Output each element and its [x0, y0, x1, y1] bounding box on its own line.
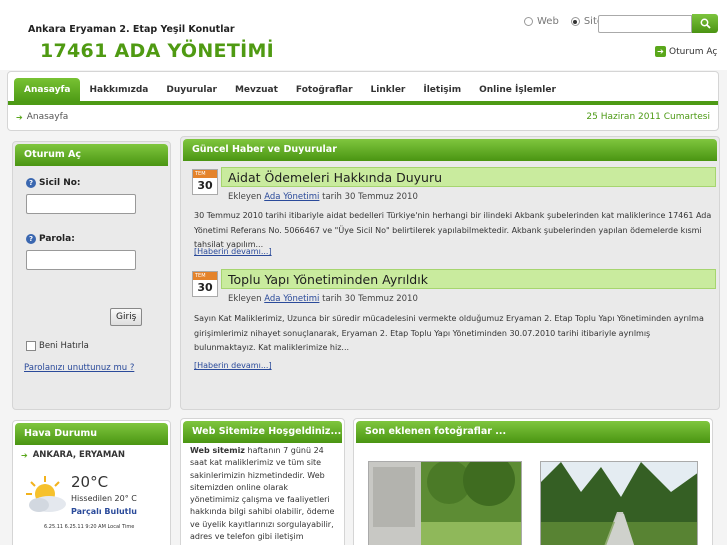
login-panel-title: Oturum Aç: [15, 144, 168, 166]
welcome-panel: Web Sitemize Hoşgeldiniz... Web sitemiz …: [180, 418, 345, 545]
sicil-input[interactable]: [26, 194, 136, 214]
weather-location: ➔ ANKARA, ERYAMAN: [21, 450, 125, 460]
weather-condition: Parçalı Bulutlu: [71, 507, 137, 516]
news-meta-prefix: Ekleyen: [228, 294, 262, 304]
location-arrow-icon: ➔: [21, 450, 28, 460]
welcome-text: Web sitemiz haftanın 7 günü 24 saat kat …: [190, 445, 338, 545]
date-badge: TEM 30: [192, 169, 218, 195]
login-submit-button[interactable]: Giriş: [110, 308, 143, 326]
news-meta-prefix: Ekleyen: [228, 192, 262, 202]
remember-me: Beni Hatırla: [26, 341, 89, 351]
login-link[interactable]: ➔ Oturum Aç: [655, 46, 717, 57]
nav-item-linkler[interactable]: Linkler: [362, 78, 415, 102]
password-label-text: Parola:: [39, 234, 75, 244]
news-meta: Ekleyen Ada Yönetimi tarih 30 Temmuz 201…: [228, 294, 418, 304]
date-badge-day: 30: [197, 179, 213, 192]
page: Ankara Eryaman 2. Etap Yeşil Konutlar 17…: [0, 0, 727, 545]
photo-building-image: [369, 462, 521, 545]
news-panel: Güncel Haber ve Duyurular TEM 30 Aidat Ö…: [180, 136, 720, 410]
search-scope: Web Site: [524, 16, 603, 27]
current-date: 25 Haziran 2011 Cumartesi: [586, 112, 710, 122]
nav-item-duyurular[interactable]: Duyurular: [157, 78, 226, 102]
weather-timestamp: 6.25.11 6.25.11 9:20 AM Local Time: [44, 524, 135, 530]
nav-item-fotograflar[interactable]: Fotoğraflar: [287, 78, 362, 102]
news-author-link[interactable]: Ada Yönetimi: [264, 192, 319, 202]
login-panel: Oturum Aç ? Sicil No: ? Parola: Giriş Be…: [12, 141, 171, 410]
breadcrumb-arrow-icon: ➔: [16, 112, 23, 122]
weather-location-text: ANKARA, ERYAMAN: [32, 450, 125, 460]
search-input[interactable]: [598, 15, 692, 33]
login-link-label: Oturum Aç: [669, 46, 718, 57]
welcome-text-body: haftanın 7 günü 24 saat kat maliklerimiz…: [190, 446, 335, 545]
news-headline[interactable]: Aidat Ödemeleri Hakkında Duyuru: [228, 170, 442, 185]
news-meta-date: tarih 30 Temmuz 2010: [322, 294, 418, 304]
welcome-text-bold: Web sitemiz: [190, 446, 245, 455]
breadcrumb-home[interactable]: Anasayfa: [27, 112, 69, 122]
read-more-link[interactable]: [Haberin devamı...]: [194, 361, 272, 370]
remember-checkbox[interactable]: [26, 341, 36, 351]
photo-path-image: [541, 462, 697, 545]
news-excerpt: 30 Temmuz 2010 tarihi itibariyle aidat b…: [194, 211, 712, 249]
photos-panel: Son eklenen fotoğraflar ...: [353, 418, 713, 545]
news-meta: Ekleyen Ada Yönetimi tarih 30 Temmuz 201…: [228, 192, 418, 202]
nav-underline: [8, 101, 718, 105]
date-badge-month: TEM: [193, 170, 217, 178]
weather-panel-title: Hava Durumu: [15, 423, 168, 445]
nav-item-online-islemler[interactable]: Online İşlemler: [470, 78, 565, 102]
news-headline[interactable]: Toplu Yapı Yönetiminden Ayrıldık: [228, 272, 428, 287]
nav-item-mevzuat[interactable]: Mevzuat: [226, 78, 287, 102]
welcome-panel-title: Web Sitemize Hoşgeldiniz...: [183, 421, 342, 443]
sicil-label-text: Sicil No:: [39, 178, 81, 188]
forgot-password-link[interactable]: Parolanızı unuttunuz mu ?: [24, 363, 134, 373]
radio-web-label: Web: [537, 16, 559, 27]
nav-item-anasayfa[interactable]: Anasayfa: [14, 78, 81, 102]
radio-web[interactable]: [524, 17, 533, 26]
site-title[interactable]: 17461 ADA YÖNETİMİ: [40, 40, 274, 62]
news-meta-date: tarih 30 Temmuz 2010: [322, 192, 418, 202]
nav-item-hakkimizda[interactable]: Hakkımızda: [80, 78, 157, 102]
help-icon: ?: [26, 234, 36, 244]
site-header: Ankara Eryaman 2. Etap Yeşil Konutlar 17…: [0, 0, 727, 70]
search-icon: [700, 18, 711, 29]
date-badge: TEM 30: [192, 271, 218, 297]
sicil-label: ? Sicil No:: [26, 178, 81, 188]
photos-panel-title: Son eklenen fotoğraflar ...: [356, 421, 710, 443]
password-input[interactable]: [26, 250, 136, 270]
partly-cloudy-icon: [26, 476, 66, 512]
breadcrumb: ➔ Anasayfa: [16, 112, 68, 122]
photo-thumbnail[interactable]: [368, 461, 522, 545]
weather-panel: Hava Durumu ➔ ANKARA, ERYAMAN 20°C Hisse…: [12, 420, 171, 545]
navigation-bar: Anasayfa Hakkımızda Duyurular Mevzuat Fo…: [7, 71, 719, 131]
photo-thumbnail[interactable]: [540, 461, 698, 545]
news-excerpt: Sayın Kat Maliklerimiz, Uzunca bir süred…: [194, 314, 704, 352]
weather-feels-like: Hissedilen 20° C: [71, 494, 137, 503]
date-badge-month: TEM: [193, 272, 217, 280]
nav-item-iletisim[interactable]: İletişim: [414, 78, 470, 102]
password-label: ? Parola:: [26, 234, 75, 244]
radio-site[interactable]: [570, 17, 580, 26]
news-panel-title: Güncel Haber ve Duyurular: [183, 139, 717, 161]
login-arrow-icon: ➔: [655, 46, 666, 57]
news-author-link[interactable]: Ada Yönetimi: [264, 294, 319, 304]
main-menu: Anasayfa Hakkımızda Duyurular Mevzuat Fo…: [8, 76, 565, 102]
read-more-link[interactable]: [Haberin devamı...]: [194, 247, 272, 256]
site-subtitle: Ankara Eryaman 2. Etap Yeşil Konutlar: [28, 24, 235, 35]
date-badge-day: 30: [197, 281, 213, 294]
search-button[interactable]: [692, 14, 718, 33]
remember-label: Beni Hatırla: [39, 341, 89, 351]
help-icon: ?: [26, 178, 36, 188]
weather-temp: 20°C: [71, 473, 109, 491]
